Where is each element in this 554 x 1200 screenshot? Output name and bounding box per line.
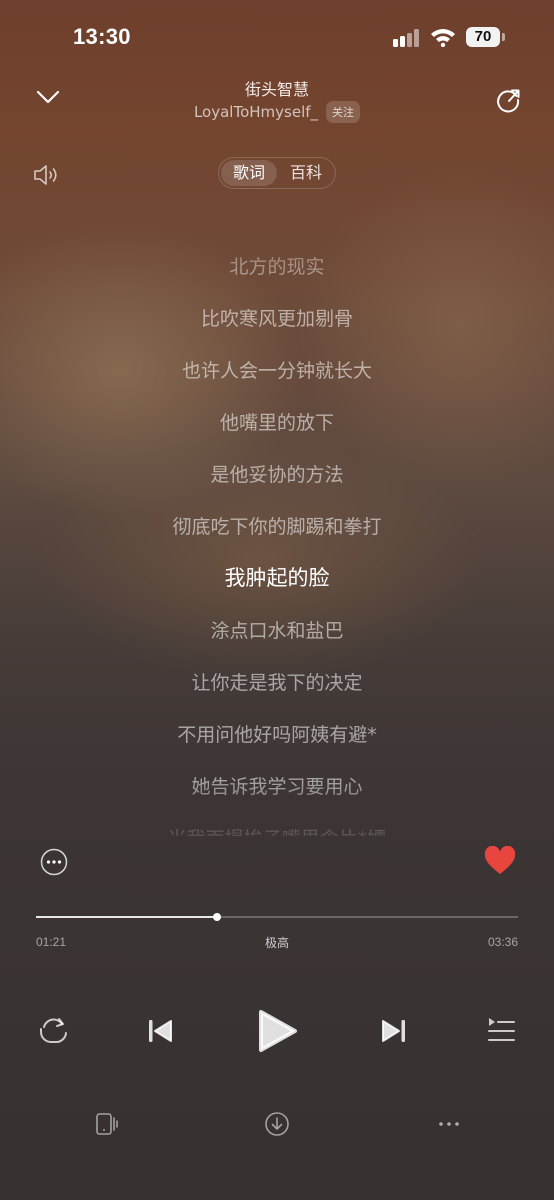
download-icon[interactable] <box>264 1111 290 1137</box>
progress-knob[interactable] <box>213 913 221 921</box>
lyric-line[interactable]: 她告诉我学习要用心 <box>0 772 554 799</box>
cellular-signal-icon <box>393 29 419 47</box>
artist-row: LoyalToHmyself_ 关注 <box>0 101 554 123</box>
follow-button[interactable]: 关注 <box>326 101 361 123</box>
lyric-line[interactable]: 让你走是我下的决定 <box>0 668 554 695</box>
quality-label[interactable]: 极高 <box>0 934 554 951</box>
lyrics-panel[interactable]: 北方的现实 比吹寒风更加剔骨 也许人会一分钟就长大 他嘴里的放下 是他妥协的方法… <box>0 240 554 836</box>
tab-wiki[interactable]: 百科 <box>278 160 334 186</box>
status-time: 13:30 <box>73 24 131 49</box>
artist-name[interactable]: LoyalToHmyself_ <box>194 103 318 121</box>
wifi-icon <box>431 29 455 47</box>
lyric-line[interactable]: 涂点口水和盐巴 <box>0 616 554 643</box>
previous-icon[interactable] <box>146 1016 174 1046</box>
song-title: 街头智慧 <box>244 80 309 99</box>
lyric-line[interactable]: 比吹寒风更加剔骨 <box>0 304 554 331</box>
device-icon[interactable] <box>94 1111 120 1137</box>
next-icon[interactable] <box>380 1016 408 1046</box>
progress-fill <box>36 916 217 918</box>
lyric-line[interactable]: 是他妥协的方法 <box>0 460 554 487</box>
lyric-line[interactable]: 当我面提挨子嘴里含片*嫖 <box>0 824 554 836</box>
lyric-line[interactable]: 北方的现实 <box>0 252 554 279</box>
total-time: 03:36 <box>487 935 518 949</box>
tab-lyrics[interactable]: 歌词 <box>221 160 277 186</box>
battery-icon: 70 <box>466 27 500 47</box>
lyric-line[interactable]: 他嘴里的放下 <box>0 408 554 435</box>
speaker-icon[interactable] <box>32 163 60 187</box>
share-icon[interactable] <box>494 86 522 114</box>
battery-nub <box>502 33 505 41</box>
heart-icon[interactable] <box>484 846 516 876</box>
lyric-line[interactable]: 彻底吃下你的脚踢和拳打 <box>0 512 554 539</box>
more-circle-icon[interactable] <box>40 848 68 876</box>
playlist-icon[interactable] <box>486 1016 516 1044</box>
lyric-line[interactable]: 不用问他好吗阿姨有避* <box>0 720 554 747</box>
play-icon[interactable] <box>256 1008 298 1054</box>
repeat-icon[interactable] <box>37 1016 69 1046</box>
lyric-line-active[interactable]: 我肿起的脸 <box>0 562 554 592</box>
lyric-line[interactable]: 也许人会一分钟就长大 <box>0 356 554 383</box>
more-dots-icon[interactable] <box>436 1114 462 1134</box>
